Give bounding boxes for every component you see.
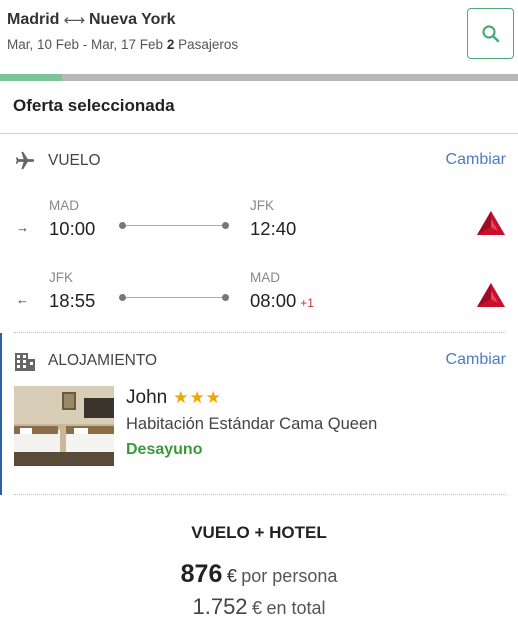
flight-section-label: VUELO	[48, 152, 101, 169]
arrival-time: 12:40	[250, 218, 300, 240]
booking-progress-fill	[0, 74, 63, 81]
destination-city: Nueva York	[88, 11, 176, 28]
trip-dates: Mar, 10 Feb - Mar, 17 Feb	[7, 37, 164, 52]
divider	[14, 332, 506, 333]
route-end-dot	[222, 294, 229, 301]
route: Madrid ⟷ Nueva York	[7, 11, 176, 29]
search-icon	[481, 24, 499, 42]
total-price-amount: 1.752	[192, 594, 248, 619]
departure-time: 18:55	[49, 290, 96, 311]
building-icon	[15, 353, 35, 371]
arrival-time-value: 12:40	[250, 218, 297, 239]
total-currency: €	[252, 598, 263, 618]
board-type: Desayuno	[126, 441, 203, 458]
departure-airport: JFK	[49, 270, 74, 285]
room-type: Habitación Estándar Cama Queen	[126, 415, 378, 433]
hotel-star-rating: ★★★	[173, 388, 222, 407]
flight-leg-outbound: → MAD 10:00 JFK 12:40	[0, 198, 518, 248]
price-per-person: 876 € por persona	[0, 560, 518, 589]
package-summary-title: VUELO + HOTEL	[191, 523, 327, 542]
arrival-time: 08:00 +1	[250, 290, 314, 312]
price-currency: €	[226, 566, 237, 586]
arrow-left-icon: ←	[16, 292, 29, 307]
flight-leg-return: ← JFK 18:55 MAD 08:00 +1	[0, 270, 518, 320]
price-per-person-amount: 876	[180, 560, 223, 588]
change-flight-link[interactable]: Cambiar	[446, 151, 506, 169]
passenger-count: 2	[166, 37, 175, 52]
offer-title: Oferta seleccionada	[13, 96, 175, 115]
flight-route-line	[119, 222, 229, 229]
hotel-section-label: ALOJAMIENTO	[48, 352, 158, 369]
per-person-label: por persona	[241, 566, 338, 586]
search-summary-header: Madrid ⟷ Nueva York Mar, 10 Feb - Mar, 1…	[0, 0, 518, 74]
delta-logo-icon	[477, 211, 505, 235]
total-label: en total	[266, 598, 326, 618]
delta-logo-icon	[477, 283, 505, 307]
day-offset: +1	[300, 296, 314, 310]
departure-airport: MAD	[49, 198, 79, 213]
arrival-airport: MAD	[250, 270, 280, 285]
hotel-room-photo[interactable]	[14, 386, 114, 466]
arrow-right-icon: →	[16, 220, 29, 235]
arrival-airport: JFK	[250, 198, 275, 213]
passenger-label: Pasajeros	[178, 37, 239, 52]
arrival-time-value: 08:00	[250, 290, 297, 311]
flight-route-line	[119, 294, 229, 301]
round-trip-arrows-icon: ⟷	[63, 12, 85, 29]
departure-time: 10:00	[49, 218, 96, 239]
origin-city: Madrid	[7, 11, 60, 28]
airplane-icon	[15, 151, 35, 170]
trip-details: Mar, 10 Feb - Mar, 17 Feb 2 Pasajeros	[7, 37, 238, 52]
search-button[interactable]	[467, 8, 514, 59]
hotel-name[interactable]: John	[126, 387, 167, 409]
flight-section-header: VUELO	[14, 150, 101, 172]
hotel-name-row: John ★★★	[126, 387, 222, 409]
divider	[14, 494, 506, 495]
hotel-section-header: ALOJAMIENTO	[14, 350, 157, 372]
hotel-room-photo-image	[14, 386, 114, 466]
change-hotel-link[interactable]: Cambiar	[446, 351, 506, 369]
selected-section-indicator	[0, 333, 2, 495]
booking-progress-bar	[0, 74, 518, 81]
divider	[0, 133, 518, 134]
route-end-dot	[222, 222, 229, 229]
route-start-dot	[119, 222, 126, 229]
total-price: 1.752 € en total	[0, 594, 518, 620]
route-start-dot	[119, 294, 126, 301]
